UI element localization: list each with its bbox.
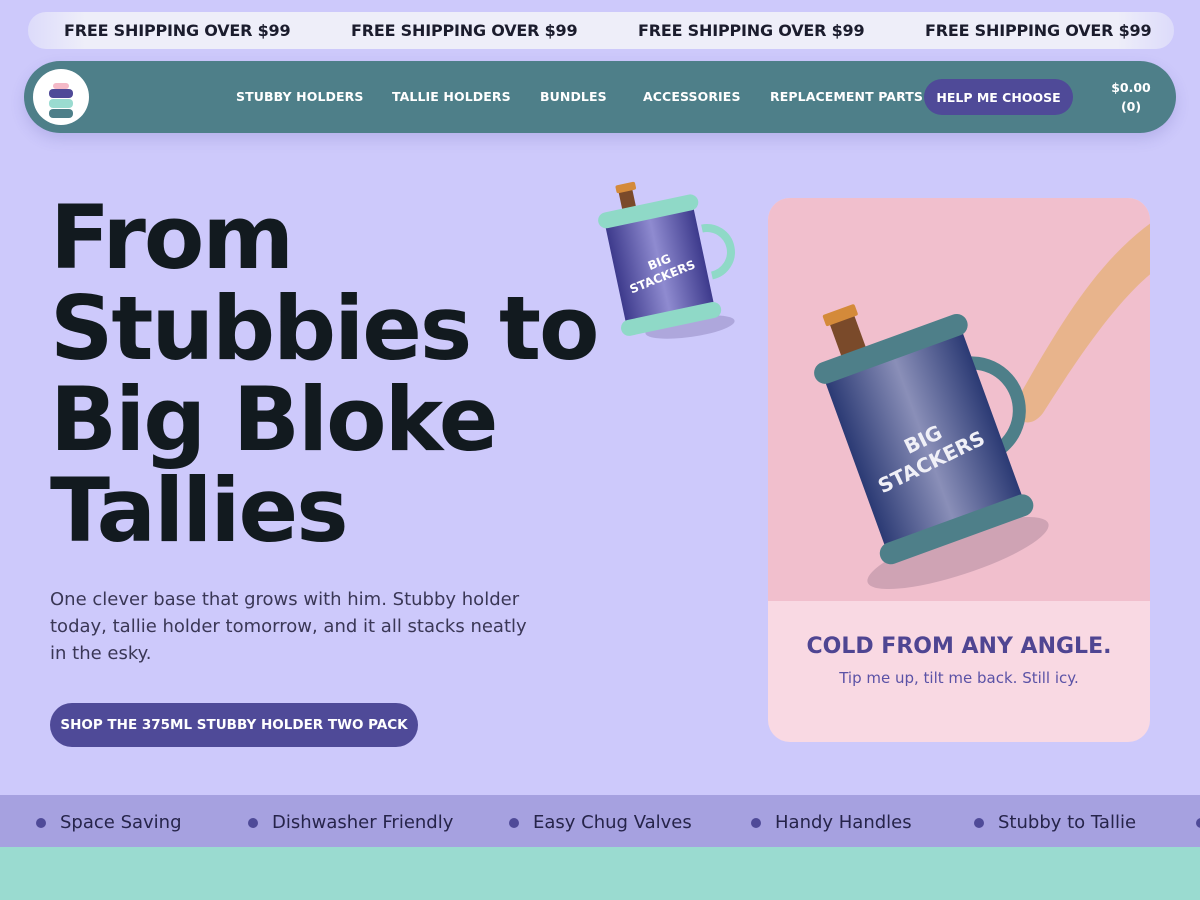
announcement-text: FREE SHIPPING OVER $99 — [351, 21, 578, 40]
hero-subtitle: One clever base that grows with him. Stu… — [50, 589, 527, 664]
nav-link-stubby-holders[interactable]: STUBBY HOLDERS — [236, 89, 363, 104]
feature-item: Easy Chug Valves — [533, 812, 692, 833]
hero-title: From Stubbies to Big Bloke Tallies — [50, 192, 610, 556]
hand-arm — [1015, 223, 1150, 423]
bullet-icon — [248, 818, 258, 828]
hero-title-line: From — [50, 186, 294, 289]
nav-link-bundles[interactable]: BUNDLES — [540, 89, 607, 104]
announcement-text: FREE SHIPPING OVER $99 — [925, 21, 1152, 40]
cart-count: (0) — [1120, 99, 1142, 114]
bullet-icon — [751, 818, 761, 828]
card-image: BIG STACKERS — [768, 198, 1150, 601]
feature-item: Stubby to Tallie — [998, 812, 1137, 833]
hero-title-line: Big Bloke — [50, 368, 498, 471]
stack-logo-icon[interactable] — [33, 69, 89, 125]
main-nav: STUBBY HOLDERS TALLIE HOLDERS BUNDLES AC… — [24, 61, 1176, 133]
nav-link-replacement-parts[interactable]: REPLACEMENT PARTS — [770, 89, 923, 104]
announcement-bar: FREE SHIPPING OVER $99 FREE SHIPPING OVE… — [28, 12, 1174, 49]
nav-link-accessories[interactable]: ACCESSORIES — [643, 89, 741, 104]
card-title: COLD FROM ANY ANGLE. — [806, 634, 1112, 659]
bullet-icon — [509, 818, 519, 828]
help-me-choose-button[interactable]: HELP ME CHOOSE — [924, 79, 1073, 115]
card-subtitle: Tip me up, tilt me back. Still icy. — [839, 669, 1079, 687]
bullet-icon — [1196, 818, 1200, 828]
cart-amount: $0.00 — [1111, 80, 1151, 95]
shop-stubby-two-pack-button[interactable]: SHOP THE 375ML STUBBY HOLDER TWO PACK — [50, 703, 418, 747]
nav-link-tallie-holders[interactable]: TALLIE HOLDERS — [392, 89, 511, 104]
product-card[interactable]: BIG STACKERS COLD FROM ANY ANGLE. Tip me… — [768, 198, 1150, 742]
bullet-icon — [974, 818, 984, 828]
cart-button[interactable]: $0.00 (0) — [1106, 78, 1156, 116]
feature-strip: Space Saving Dishwasher Friendly Easy Ch… — [0, 795, 1200, 847]
feature-item: Space Saving — [60, 812, 182, 833]
bullet-icon — [36, 818, 46, 828]
hero-title-line: Tallies — [50, 459, 349, 562]
announcement-text: FREE SHIPPING OVER $99 — [64, 21, 291, 40]
hero-title-line: Stubbies to — [50, 277, 599, 380]
next-section-band — [0, 847, 1200, 900]
feature-item: Handy Handles — [775, 812, 912, 833]
big-stackers-tallie-image: BIG STACKERS — [814, 223, 1150, 590]
feature-item: Dishwasher Friendly — [272, 812, 454, 833]
announcement-text: FREE SHIPPING OVER $99 — [638, 21, 865, 40]
small-stubby-holder-image: BIG STACKERS — [598, 181, 735, 339]
